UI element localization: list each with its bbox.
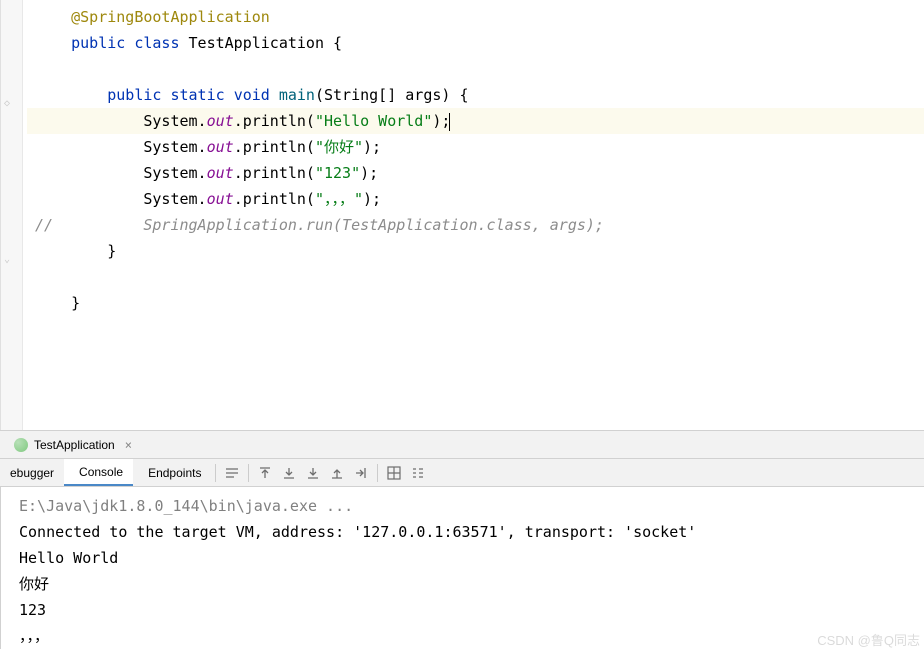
code-line[interactable]: public class TestApplication { [27, 30, 924, 56]
console-line: Connected to the target VM, address: '12… [19, 519, 916, 545]
gutter-fold-icon[interactable]: ⌄ [4, 254, 10, 265]
scroll-top-button[interactable] [253, 461, 277, 485]
code-line[interactable]: @SpringBootApplication [27, 4, 924, 30]
download-button[interactable] [277, 461, 301, 485]
grid-button[interactable] [382, 461, 406, 485]
console-output[interactable]: E:\Java\jdk1.8.0_144\bin\java.exe ... Co… [0, 487, 924, 649]
watermark: CSDN @鲁Q同志 [817, 630, 920, 649]
code-line[interactable]: System.out.println("Hello World"); [27, 108, 924, 134]
download-button-2[interactable] [301, 461, 325, 485]
upload-button[interactable] [325, 461, 349, 485]
console-line: Hello World [19, 545, 916, 571]
code-line[interactable]: public static void main(String[] args) { [27, 82, 924, 108]
console-line: ，，， [19, 623, 916, 649]
console-line: 123 [19, 597, 916, 623]
tab-debugger-label: ebugger [10, 466, 54, 480]
debug-toolbar: ebugger Console Endpoints [0, 459, 924, 487]
tab-endpoints-label: Endpoints [148, 466, 201, 480]
tab-endpoints[interactable]: Endpoints [133, 459, 211, 486]
toolbar-separator [377, 464, 378, 482]
code-editor[interactable]: ◇ ⌄ @SpringBootApplication public class … [0, 0, 924, 430]
list-button[interactable] [406, 461, 430, 485]
tab-debugger[interactable]: ebugger [0, 459, 64, 486]
code-line[interactable]: } [27, 238, 924, 264]
gutter-marker-icon: ◇ [4, 98, 10, 109]
editor-gutter: ◇ ⌄ [1, 0, 23, 430]
run-tab-label[interactable]: TestApplication [34, 438, 115, 452]
code-line[interactable] [27, 264, 924, 290]
soft-wrap-button[interactable] [220, 461, 244, 485]
code-line[interactable] [27, 56, 924, 82]
run-config-tabs: TestApplication × [0, 431, 924, 459]
tab-console[interactable]: Console [64, 459, 133, 486]
console-line: 你好 [19, 571, 916, 597]
export-button[interactable] [349, 461, 373, 485]
code-line[interactable]: } [27, 290, 924, 316]
code-line[interactable]: // SpringApplication.run(TestApplication… [27, 212, 924, 238]
code-line[interactable]: System.out.println("你好"); [27, 134, 924, 160]
toolbar-separator [248, 464, 249, 482]
run-panel: TestApplication × ebugger Console Endpoi… [0, 430, 924, 649]
toolbar-separator [215, 464, 216, 482]
spring-boot-icon [14, 438, 28, 452]
close-icon[interactable]: × [125, 438, 132, 452]
code-line[interactable]: System.out.println("，，，"); [27, 186, 924, 212]
code-line[interactable]: System.out.println("123"); [27, 160, 924, 186]
console-line: E:\Java\jdk1.8.0_144\bin\java.exe ... [19, 493, 916, 519]
tab-console-label: Console [79, 465, 123, 479]
